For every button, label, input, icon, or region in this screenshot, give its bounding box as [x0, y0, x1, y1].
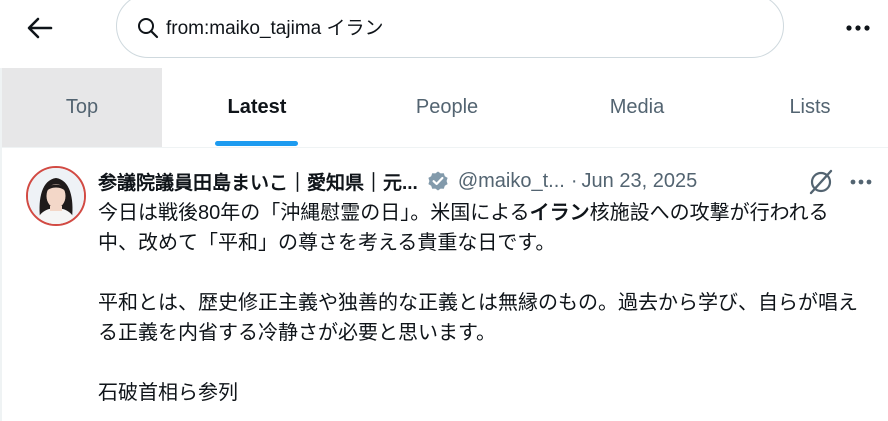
search-icon	[138, 18, 159, 39]
tab-lists[interactable]: Lists	[732, 68, 888, 147]
display-name[interactable]: 参議院議員田島まいこ｜愛知県｜元...	[98, 168, 418, 195]
search-input[interactable]	[166, 12, 756, 40]
avatar-image	[28, 168, 84, 224]
more-options-button[interactable]	[838, 10, 878, 46]
grok-icon[interactable]	[807, 168, 835, 196]
handle[interactable]: @maiko_t...	[458, 170, 565, 193]
tweet-paragraph: 今日は戦後80年の「沖縄慰霊の日」。米国によるイラン核施設への攻撃が行われる中、…	[98, 198, 868, 258]
tweet-text-segment: 今日は戦後80年の「沖縄慰霊の日」。米国による	[98, 202, 530, 224]
tab-people[interactable]: People	[352, 68, 542, 147]
avatar[interactable]	[26, 166, 86, 226]
back-button[interactable]	[18, 8, 62, 48]
tab-label: Lists	[789, 96, 831, 118]
tweet-date[interactable]: Jun 23, 2025	[582, 170, 698, 193]
back-arrow-icon	[27, 17, 53, 39]
tweet-paragraph: 石破首相ら参列	[98, 382, 238, 404]
tweet-text: 今日は戦後80年の「沖縄慰霊の日」。米国によるイラン核施設への攻撃が行われる中、…	[98, 198, 868, 408]
more-options-icon	[846, 25, 870, 31]
top-bar	[0, 0, 888, 68]
tab-top[interactable]: Top	[2, 68, 162, 147]
tweet-paragraph: 平和とは、歴史修正主義や独善的な正義とは無縁のもの。過去から学び、自らが唱える正…	[98, 292, 858, 344]
tab-latest[interactable]: Latest	[162, 68, 352, 147]
tab-media[interactable]: Media	[542, 68, 732, 147]
verified-badge-icon[interactable]	[426, 169, 450, 193]
active-tab-indicator	[215, 141, 298, 146]
search-tabs: Top Latest People Media Lists	[0, 68, 888, 148]
tab-label: Latest	[227, 96, 287, 118]
tab-label: People	[415, 96, 479, 118]
search-box[interactable]	[116, 0, 784, 58]
tweet-more-icon[interactable]	[847, 172, 875, 192]
search-highlight: イラン	[529, 202, 590, 224]
separator-dot: ·	[570, 169, 578, 192]
tweet[interactable]: 参議院議員田島まいこ｜愛知県｜元... @maiko_t... · Jun 23…	[0, 148, 888, 421]
tweet-header: 参議院議員田島まいこ｜愛知県｜元... @maiko_t... · Jun 23…	[98, 166, 878, 196]
tab-label: Media	[609, 96, 665, 118]
tab-label: Top	[65, 96, 99, 118]
